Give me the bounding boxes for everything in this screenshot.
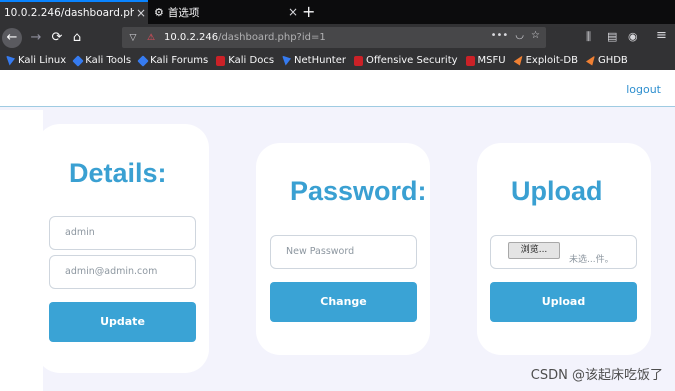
tab-preferences-label: 首选项 (167, 6, 200, 19)
tab-dashboard[interactable]: 10.0.2.246/dashboard.php?i × (0, 0, 148, 24)
insecure-connection-icon[interactable]: ⚠ (144, 33, 158, 43)
forward-icon[interactable]: → (26, 28, 46, 48)
msfu-icon (465, 55, 475, 66)
kali-tools-icon (72, 54, 84, 67)
account-icon[interactable]: ◉ (628, 30, 638, 43)
exploitdb-icon (513, 55, 523, 66)
tab-bar: 10.0.2.246/dashboard.php?i × ⚙ 首选项 × + (0, 0, 675, 24)
logout-link[interactable]: logout (626, 83, 661, 96)
close-tab-icon[interactable]: × (134, 6, 148, 20)
bookmark-kali-tools[interactable]: Kali Tools (72, 54, 132, 67)
kali-docs-icon (216, 55, 226, 66)
navigation-bar: ← → ⟳ ⌂ ▽ ⚠ 10.0.2.246/dashboard.php?id=… (0, 24, 675, 51)
bookmark-nethunter[interactable]: NetHunter (282, 55, 346, 66)
back-icon[interactable]: ← (2, 28, 22, 48)
bookmark-label: NetHunter (294, 55, 346, 66)
sidebar-icon[interactable]: ▤ (607, 30, 617, 43)
file-input[interactable]: 浏览... 未选...件。 (490, 235, 637, 269)
change-button[interactable]: Change (270, 282, 417, 322)
url-host: 10.0.2.246 (164, 32, 219, 43)
new-tab-icon[interactable]: + (302, 2, 315, 21)
csdn-watermark: CSDN @该起床吃饭了 (530, 368, 663, 383)
new-password-field[interactable]: New Password (270, 235, 417, 269)
gear-icon: ⚙ (154, 5, 164, 19)
password-title: Password: (290, 176, 427, 206)
bookmark-label: Kali Docs (228, 55, 275, 66)
page-header: logout (0, 70, 675, 107)
page-actions-icon[interactable]: ••• (491, 30, 509, 41)
nethunter-icon (282, 55, 292, 66)
upload-title: Upload (511, 176, 603, 206)
url-path: /dashboard.php?id=1 (218, 32, 326, 43)
shield-icon[interactable]: ▽ (126, 33, 140, 43)
library-icon[interactable]: ⫼ (586, 30, 591, 44)
bookmark-label: Kali Linux (18, 55, 67, 66)
tab-preferences[interactable]: ⚙ 首选项 × (148, 0, 300, 24)
details-card: Details: admin admin@admin.com Update (36, 124, 209, 373)
bookmark-label: Kali Forums (150, 55, 209, 66)
bookmark-label: MSFU (477, 55, 506, 66)
browse-button[interactable]: 浏览... (508, 242, 560, 259)
home-icon[interactable]: ⌂ (67, 28, 87, 48)
bookmark-kali-linux[interactable]: Kali Linux (6, 55, 66, 66)
bookmarks-toolbar: Kali Linux Kali Tools Kali Forums Kali D… (0, 51, 675, 70)
bookmark-kali-forums[interactable]: Kali Forums (137, 54, 209, 67)
bookmark-offensive-security[interactable]: Offensive Security (353, 55, 458, 66)
email-field[interactable]: admin@admin.com (49, 255, 196, 289)
upload-card: Upload 浏览... 未选...件。 Upload (477, 143, 651, 355)
bookmark-ghdb[interactable]: GHDB (585, 55, 628, 66)
url-bar[interactable]: ▽ ⚠ 10.0.2.246/dashboard.php?id=1 ••• ◡ … (122, 27, 546, 48)
password-card: Password: New Password Change (256, 143, 430, 355)
upload-button[interactable]: Upload (490, 282, 637, 322)
menu-icon[interactable]: ≡ (656, 28, 667, 43)
details-title: Details: (69, 158, 167, 188)
bookmark-label: Offensive Security (365, 55, 458, 66)
offsec-icon (353, 55, 363, 66)
pocket-icon[interactable]: ◡ (515, 30, 524, 41)
bookmark-label: GHDB (597, 55, 628, 66)
bookmark-label: Kali Tools (85, 55, 132, 66)
ghdb-icon (585, 55, 595, 66)
file-status: 未选...件。 (569, 255, 614, 265)
bookmark-star-icon[interactable]: ☆ (531, 30, 540, 41)
update-button[interactable]: Update (49, 302, 196, 342)
bookmark-msfu[interactable]: MSFU (465, 55, 506, 66)
kali-icon (6, 55, 15, 66)
close-tab-icon[interactable]: × (286, 5, 300, 19)
reload-icon[interactable]: ⟳ (47, 28, 67, 48)
bookmark-kali-docs[interactable]: Kali Docs (216, 55, 274, 66)
bookmark-label: Exploit-DB (525, 55, 578, 66)
tab-dashboard-label: 10.0.2.246/dashboard.php?i (4, 7, 134, 19)
username-field[interactable]: admin (49, 216, 196, 250)
bookmark-exploit-db[interactable]: Exploit-DB (513, 55, 578, 66)
dashboard-page: logout Details: admin admin@admin.com Up… (0, 70, 675, 391)
kali-forums-icon (137, 54, 149, 67)
